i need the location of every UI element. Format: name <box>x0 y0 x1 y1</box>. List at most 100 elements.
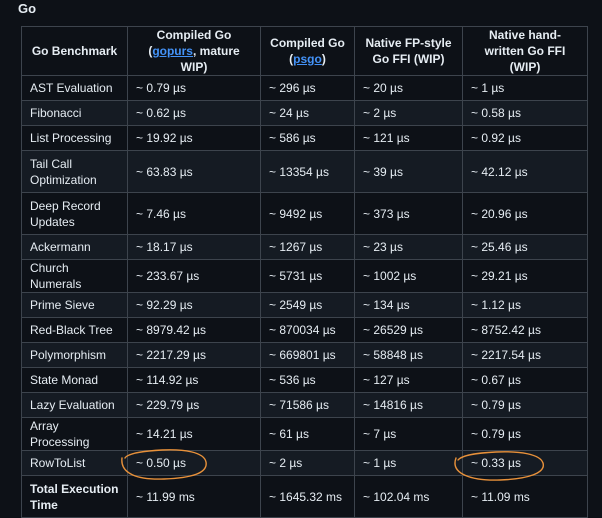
cell-compiled-go-psgo: ~ 24 µs <box>260 100 355 126</box>
header-benchmark-label: Go Benchmark <box>31 44 118 58</box>
cell-compiled-go-psgo: ~ 61 µs <box>260 417 355 451</box>
cell-native-fp-ffi: ~ 14816 µs <box>354 392 463 418</box>
table-row: Prime Sieve ~ 92.29 µs ~ 2549 µs ~ 134 µs ~ … <box>21 292 588 318</box>
header-psgo-text-post: ) <box>321 52 326 66</box>
cell-native-handwritten-ffi: ~ 0.92 µs <box>462 125 588 151</box>
cell-compiled-go-gopurs: ~ 14.21 µs <box>127 417 261 451</box>
cell-compiled-go-psgo: ~ 296 µs <box>260 75 355 101</box>
cell-compiled-go-gopurs: ~ 18.17 µs <box>127 234 261 260</box>
cell-native-fp-ffi: ~ 134 µs <box>354 292 463 318</box>
cell-compiled-go-psgo: ~ 1645.32 ms <box>260 475 355 518</box>
table-row: Array Processing ~ 14.21 µs ~ 61 µs ~ 7 µs ~… <box>21 417 588 451</box>
cell-compiled-go-gopurs: ~ 2217.29 µs <box>127 342 261 368</box>
header-compiled-go-gopurs: Compiled Go (gopurs, mature WIP) <box>127 26 261 76</box>
cell-native-fp-ffi: ~ 1002 µs <box>354 259 463 293</box>
cell-benchmark-name: Prime Sieve <box>21 292 128 318</box>
table-row: State Monad ~ 114.92 µs ~ 536 µs ~ 127 µs ~ … <box>21 367 588 393</box>
table-row: AST Evaluation ~ 0.79 µs ~ 296 µs ~ 20 µs ~ … <box>21 75 588 101</box>
cell-compiled-go-psgo: ~ 2549 µs <box>260 292 355 318</box>
header-native-hand-label: Native hand-written Go FFI (WIP) <box>484 28 566 74</box>
cell-native-fp-ffi: ~ 1 µs <box>354 450 463 476</box>
header-benchmark: Go Benchmark <box>21 26 128 76</box>
cell-compiled-go-gopurs: ~ 19.92 µs <box>127 125 261 151</box>
cell-compiled-go-psgo: ~ 2 µs <box>260 450 355 476</box>
table-row: Fibonacci ~ 0.62 µs ~ 24 µs ~ 2 µs ~ 0.58 µs <box>21 100 588 126</box>
cell-benchmark-name: Total Execution Time <box>21 475 128 518</box>
cell-native-fp-ffi: ~ 102.04 ms <box>354 475 463 518</box>
cell-native-handwritten-ffi: ~ 20.96 µs <box>462 192 588 235</box>
cell-native-handwritten-ffi: ~ 29.21 µs <box>462 259 588 293</box>
cell-native-handwritten-ffi: ~ 2217.54 µs <box>462 342 588 368</box>
cell-benchmark-name: Lazy Evaluation <box>21 392 128 418</box>
cell-native-fp-ffi: ~ 373 µs <box>354 192 463 235</box>
cell-benchmark-name: Tail Call Optimization <box>21 150 128 193</box>
cell-compiled-go-psgo: ~ 9492 µs <box>260 192 355 235</box>
cell-native-fp-ffi: ~ 23 µs <box>354 234 463 260</box>
cell-compiled-go-psgo: ~ 71586 µs <box>260 392 355 418</box>
cell-native-fp-ffi: ~ 26529 µs <box>354 317 463 343</box>
cell-compiled-go-gopurs: ~ 0.62 µs <box>127 100 261 126</box>
cell-benchmark-name: List Processing <box>21 125 128 151</box>
cell-native-fp-ffi: ~ 2 µs <box>354 100 463 126</box>
table-row: List Processing ~ 19.92 µs ~ 586 µs ~ 121 µ… <box>21 125 588 151</box>
cell-compiled-go-psgo: ~ 536 µs <box>260 367 355 393</box>
table-row: Polymorphism ~ 2217.29 µs ~ 669801 µs ~ 588… <box>21 342 588 368</box>
cell-native-fp-ffi: ~ 20 µs <box>354 75 463 101</box>
cell-benchmark-name: Deep Record Updates <box>21 192 128 235</box>
cell-compiled-go-psgo: ~ 13354 µs <box>260 150 355 193</box>
cell-native-handwritten-ffi: ~ 1.12 µs <box>462 292 588 318</box>
cell-compiled-go-gopurs: ~ 229.79 µs <box>127 392 261 418</box>
table-row: Tail Call Optimization ~ 63.83 µs ~ 13354 … <box>21 150 588 193</box>
psgo-link[interactable]: psgo <box>293 52 322 66</box>
cell-native-handwritten-ffi: ~ 8752.42 µs <box>462 317 588 343</box>
cell-native-handwritten-ffi: ~ 25.46 µs <box>462 234 588 260</box>
cell-native-handwritten-ffi: ~ 1 µs <box>462 75 588 101</box>
cell-benchmark-name: AST Evaluation <box>21 75 128 101</box>
cell-native-fp-ffi: ~ 39 µs <box>354 150 463 193</box>
cell-compiled-go-psgo: ~ 1267 µs <box>260 234 355 260</box>
cell-compiled-go-gopurs: ~ 7.46 µs <box>127 192 261 235</box>
cell-native-handwritten-ffi: ~ 0.67 µs <box>462 367 588 393</box>
cell-benchmark-name: Fibonacci <box>21 100 128 126</box>
cell-compiled-go-gopurs: ~ 92.29 µs <box>127 292 261 318</box>
cell-benchmark-name: State Monad <box>21 367 128 393</box>
cell-benchmark-name: RowToList <box>21 450 128 476</box>
annotation-circle-handwritten-total <box>454 451 544 481</box>
cell-native-fp-ffi: ~ 127 µs <box>354 367 463 393</box>
cell-compiled-go-gopurs: ~ 63.83 µs <box>127 150 261 193</box>
section-heading: Go <box>18 1 37 16</box>
table-row: Red-Black Tree ~ 8979.42 µs ~ 870034 µs ~ 2… <box>21 317 588 343</box>
cell-native-fp-ffi: ~ 7 µs <box>354 417 463 451</box>
cell-compiled-go-gopurs: ~ 114.92 µs <box>127 367 261 393</box>
benchmark-table: Go Benchmark Compiled Go (gopurs, mature… <box>21 26 588 518</box>
cell-compiled-go-gopurs: ~ 233.67 µs <box>127 259 261 293</box>
table-row: Ackermann ~ 18.17 µs ~ 1267 µs ~ 23 µs ~ 25.… <box>21 234 588 260</box>
cell-benchmark-name: Ackermann <box>21 234 128 260</box>
cell-compiled-go-psgo: ~ 669801 µs <box>260 342 355 368</box>
cell-native-handwritten-ffi: ~ 0.79 µs <box>462 417 588 451</box>
header-native-fp-label: Native FP-style Go FFI (WIP) <box>365 36 452 66</box>
cell-compiled-go-psgo: ~ 586 µs <box>260 125 355 151</box>
table-row: Lazy Evaluation ~ 229.79 µs ~ 71586 µs ~ 14… <box>21 392 588 418</box>
gopurs-link[interactable]: gopurs <box>152 44 193 58</box>
cell-native-handwritten-ffi: ~ 0.58 µs <box>462 100 588 126</box>
cell-compiled-go-psgo: ~ 870034 µs <box>260 317 355 343</box>
cell-benchmark-name: Array Processing <box>21 417 128 451</box>
annotation-circle-gopurs-total <box>121 449 207 480</box>
header-native-fp-ffi: Native FP-style Go FFI (WIP) <box>354 26 463 76</box>
table-header-row: Go Benchmark Compiled Go (gopurs, mature… <box>21 26 588 76</box>
header-native-handwritten-ffi: Native hand-written Go FFI (WIP) <box>462 26 588 76</box>
cell-native-fp-ffi: ~ 58848 µs <box>354 342 463 368</box>
table-row: Church Numerals ~ 233.67 µs ~ 5731 µs ~ 100… <box>21 259 588 293</box>
cell-native-handwritten-ffi: ~ 0.79 µs <box>462 392 588 418</box>
cell-native-handwritten-ffi: ~ 42.12 µs <box>462 150 588 193</box>
header-compiled-go-psgo: Compiled Go (psgo) <box>260 26 355 76</box>
cell-compiled-go-gopurs: ~ 0.79 µs <box>127 75 261 101</box>
cell-benchmark-name: Polymorphism <box>21 342 128 368</box>
cell-benchmark-name: Red-Black Tree <box>21 317 128 343</box>
cell-native-fp-ffi: ~ 121 µs <box>354 125 463 151</box>
table-row: Deep Record Updates ~ 7.46 µs ~ 9492 µs ~ 3… <box>21 192 588 235</box>
cell-compiled-go-gopurs: ~ 8979.42 µs <box>127 317 261 343</box>
cell-benchmark-name: Church Numerals <box>21 259 128 293</box>
cell-compiled-go-psgo: ~ 5731 µs <box>260 259 355 293</box>
